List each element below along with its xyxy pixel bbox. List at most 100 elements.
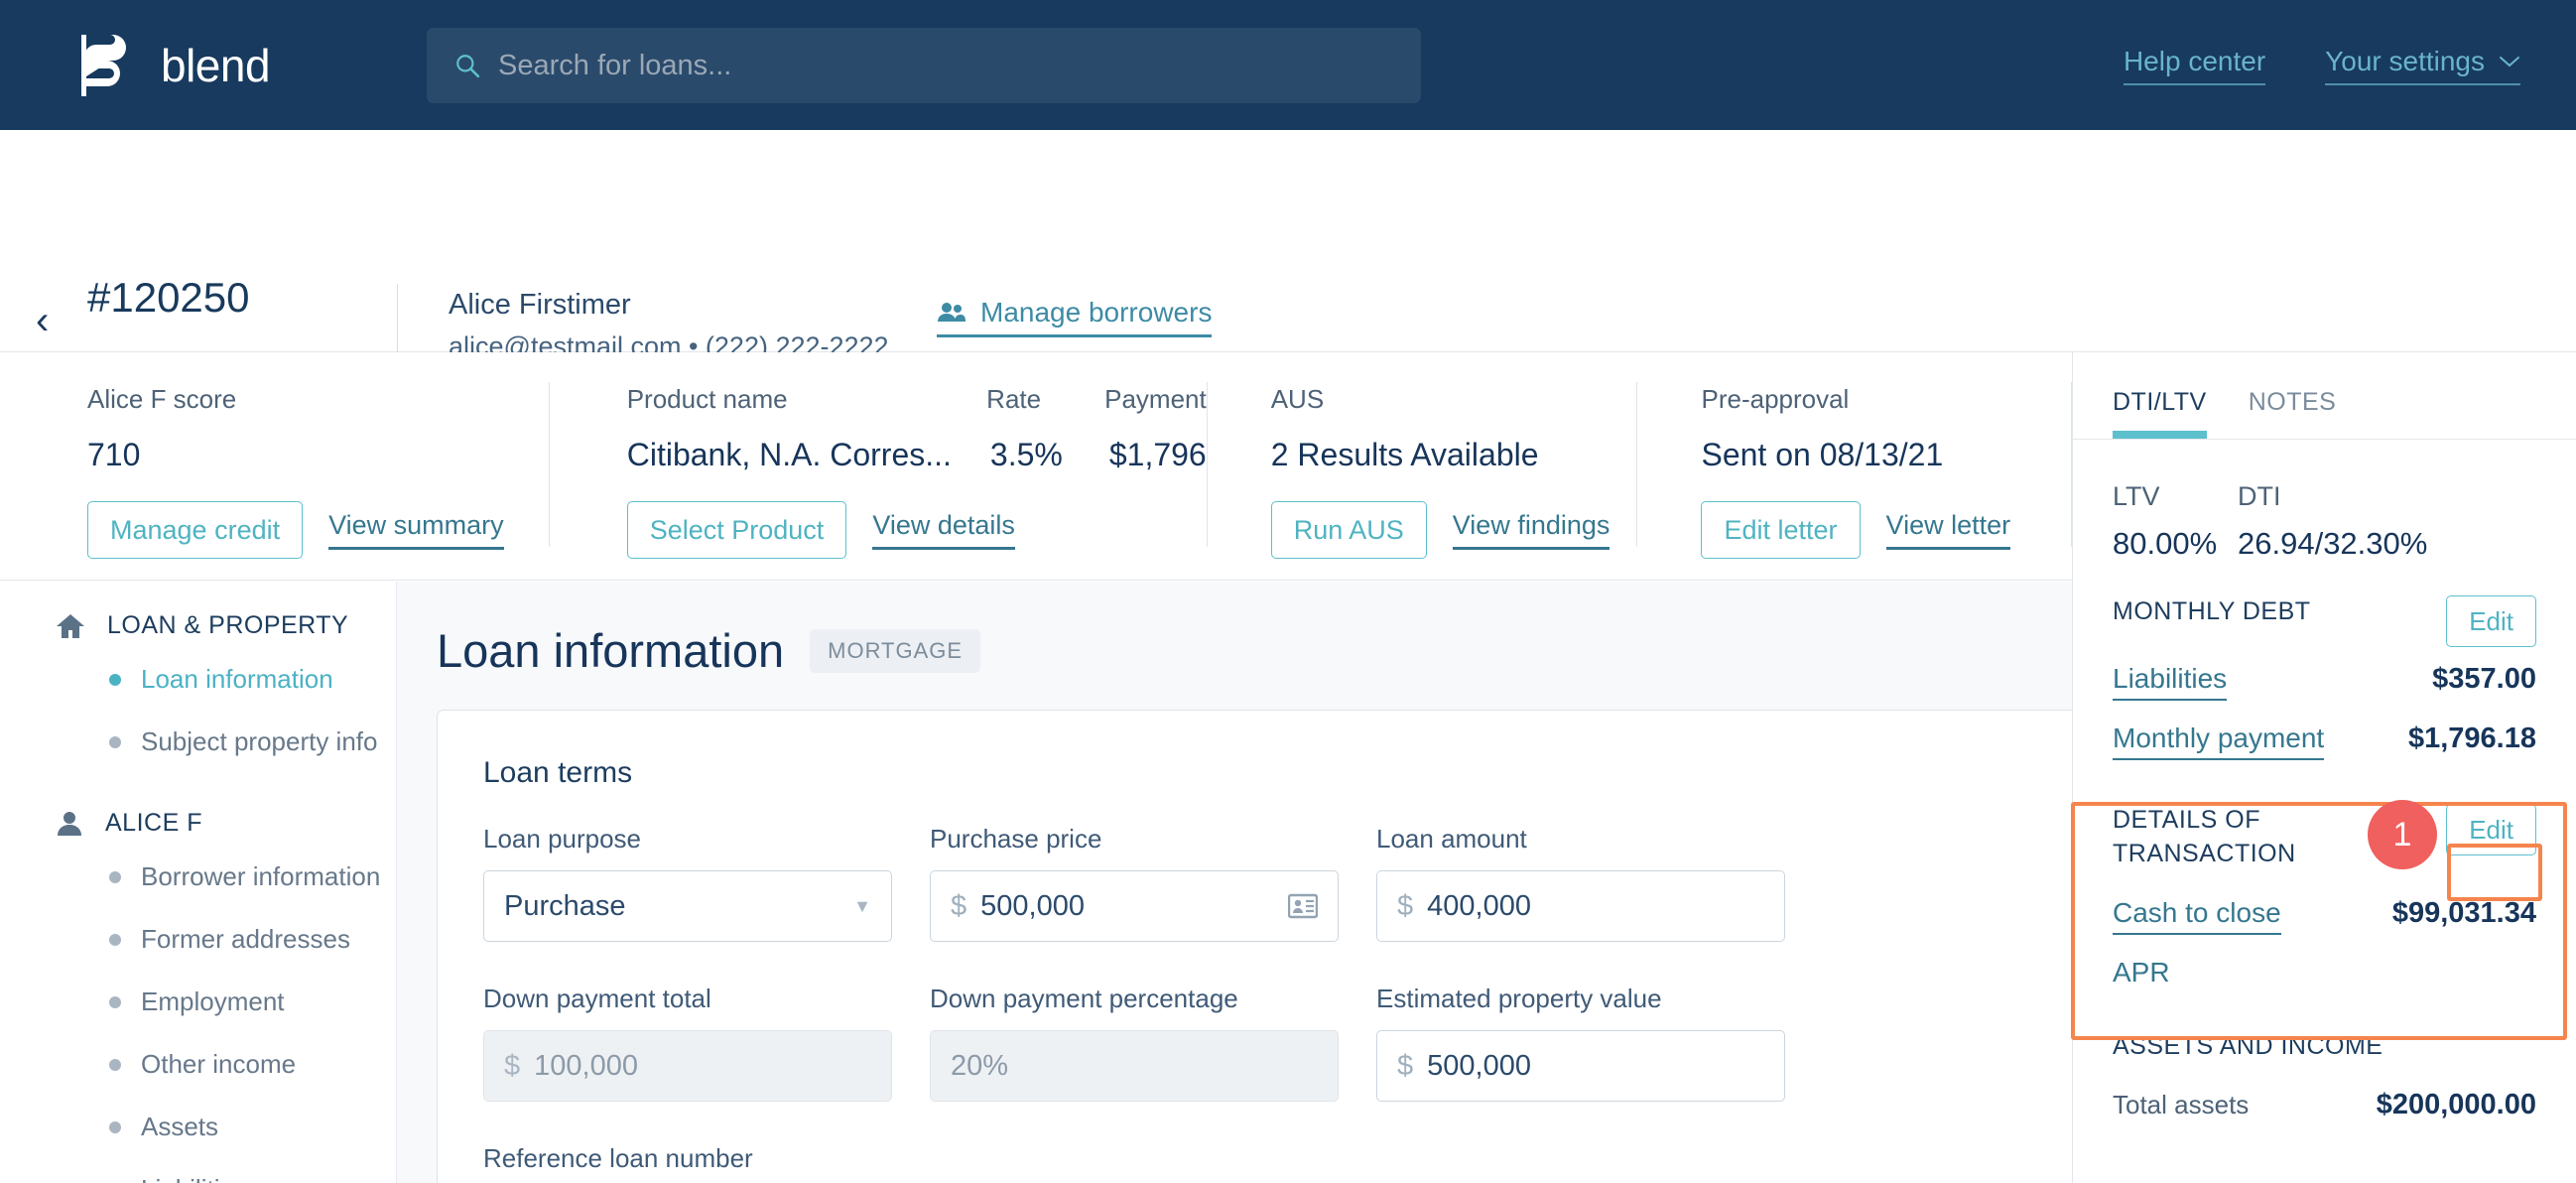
assets-and-income-header: ASSETS AND INCOME <box>2113 1030 2536 1064</box>
tab-notes[interactable]: NOTES <box>2249 388 2353 439</box>
dollar-sign-icon: $ <box>951 889 967 922</box>
chevron-down-icon <box>2500 56 2519 66</box>
step-badge-1: 1 <box>2368 800 2437 869</box>
help-center-link[interactable]: Help center <box>2123 45 2266 85</box>
chevron-down-icon: ▼ <box>853 895 871 916</box>
sidebar-item-assets[interactable]: Assets <box>0 1096 396 1158</box>
view-findings-link[interactable]: View findings <box>1452 510 1610 550</box>
dti-label: DTI <box>2238 481 2281 511</box>
summary-product: Product name Rate Payment Citibank, N.A.… <box>550 352 1207 559</box>
liabilities-link[interactable]: Liabilities <box>2113 663 2228 701</box>
details-of-transaction-edit-button[interactable]: Edit <box>2446 804 2536 855</box>
liabilities-value: $357.00 <box>2432 663 2536 695</box>
help-center-label: Help center <box>2123 45 2266 76</box>
down-payment-percentage-input: 20% <box>930 1030 1339 1102</box>
field-label: Loan purpose <box>483 824 642 854</box>
sidebar-item-former-addresses[interactable]: Former addresses <box>0 908 396 971</box>
total-assets-label: Total assets <box>2113 1090 2250 1120</box>
product-name-label: Product name <box>626 384 788 414</box>
sidebar-item-subject-property-info[interactable]: Subject property info <box>0 711 396 773</box>
search-placeholder: Search for loans... <box>498 49 732 81</box>
field-loan-purpose: Loan purpose Purchase ▼ <box>483 824 892 942</box>
details-of-transaction-header: DETAILS OF TRANSACTION Edit <box>2113 804 2536 871</box>
view-letter-link[interactable]: View letter <box>1885 510 2011 550</box>
sidebar-item-employment[interactable]: Employment <box>0 971 396 1033</box>
loan-terms-fields: Loan purpose Purchase ▼ Purchase price $… <box>483 824 2072 1183</box>
down-payment-total-input: $ 100,000 <box>483 1030 892 1102</box>
sidebar-item-label: Other income <box>141 1049 297 1079</box>
ltv-cell: LTV 80.00% <box>2113 481 2238 562</box>
field-down-payment-total: Down payment total $ 100,000 <box>483 984 892 1102</box>
manage-borrowers-link[interactable]: Manage borrowers <box>937 297 1213 337</box>
field-down-payment-percentage: Down payment percentage 20% <box>930 984 1339 1102</box>
brand-logo-group[interactable]: blend <box>79 33 271 98</box>
purchase-price-input[interactable]: $ 500,000 <box>930 870 1339 942</box>
estimated-property-value-input[interactable]: $ 500,000 <box>1376 1030 1785 1102</box>
payment-value: $1,796 <box>1108 437 1207 472</box>
loan-id: #120250 <box>87 274 250 321</box>
payment-label: Payment <box>1104 384 1207 414</box>
search-input[interactable]: Search for loans... <box>427 28 1421 103</box>
field-label: Loan amount <box>1376 824 1527 854</box>
product-name-value: Citibank, N.A. Corres... <box>626 437 952 472</box>
edit-letter-button[interactable]: Edit letter <box>1701 501 1861 559</box>
sidebar-item-label: Employment <box>141 986 285 1016</box>
tab-dti-ltv[interactable]: DTI/LTV <box>2113 388 2223 439</box>
row-monthly-payment: Monthly payment $1,796.18 <box>2113 723 2536 760</box>
your-settings-menu[interactable]: Your settings <box>2325 46 2520 85</box>
blend-logo-icon <box>81 34 126 96</box>
dti-ltv-section: LTV 80.00% DTI 26.94/32.30% MONTHLY DEBT… <box>2073 481 2576 1121</box>
row-liabilities: Liabilities $357.00 <box>2113 663 2536 701</box>
contact-card-icon[interactable] <box>1288 892 1318 920</box>
loan-summary-strip: Alice F score 710 Manage credit View sum… <box>0 352 2073 581</box>
sidebar-group-label: LOAN & PROPERTY <box>107 611 349 639</box>
assets-and-income-title: ASSETS AND INCOME <box>2113 1031 2383 1060</box>
right-panel-tabs: DTI/LTV NOTES <box>2073 352 2576 440</box>
monthly-payment-link[interactable]: Monthly payment <box>2113 723 2325 760</box>
details-of-transaction-rows: Cash to close $99,031.34 APR <box>2113 897 2536 992</box>
field-label: Down payment percentage <box>930 984 1238 1013</box>
details-of-transaction-title: DETAILS OF TRANSACTION <box>2113 806 2296 867</box>
brand-name: blend <box>161 39 271 91</box>
top-navigation-bar: blend Search for loans... Help center Yo… <box>0 0 2576 130</box>
apr-label[interactable]: APR <box>2113 957 2170 992</box>
purchase-price-value: 500,000 <box>980 889 1085 922</box>
assets-and-income-rows: Total assets $200,000.00 <box>2113 1089 2536 1121</box>
loan-amount-input[interactable]: $ 400,000 <box>1376 870 1785 942</box>
view-details-link[interactable]: View details <box>872 510 1015 550</box>
field-label: Down payment total <box>483 984 711 1013</box>
monthly-debt-rows: Liabilities $357.00 Monthly payment $1,7… <box>2113 663 2536 760</box>
sidebar-group-loan-property[interactable]: LOAN & PROPERTY <box>0 611 396 640</box>
manage-borrowers-label: Manage borrowers <box>980 297 1213 328</box>
rate-label: Rate <box>986 384 1042 414</box>
monthly-payment-value: $1,796.18 <box>2407 723 2536 754</box>
sidebar-group-label: ALICE F <box>105 809 202 837</box>
person-icon <box>58 811 81 836</box>
bullet-icon <box>109 870 121 883</box>
field-estimated-property-value: Estimated property value $ 500,000 <box>1376 984 1785 1102</box>
sidebar-item-borrower-information[interactable]: Borrower information <box>0 846 396 908</box>
down-payment-percentage-value: 20% <box>951 1049 1009 1082</box>
sidebar-item-label: Loan information <box>141 664 333 694</box>
view-summary-link[interactable]: View summary <box>328 510 504 550</box>
sidebar-item-liabilities[interactable]: Liabilities <box>0 1158 396 1183</box>
run-aus-button[interactable]: Run AUS <box>1270 501 1427 559</box>
row-cash-to-close: Cash to close $99,031.34 <box>2113 897 2536 935</box>
card-title: Loan terms <box>483 756 633 789</box>
back-button[interactable]: ‹ <box>36 301 49 340</box>
monthly-debt-edit-button[interactable]: Edit <box>2446 595 2536 647</box>
sidebar-item-loan-information[interactable]: Loan information <box>0 648 396 711</box>
cash-to-close-link[interactable]: Cash to close <box>2113 897 2281 935</box>
summary-aus: AUS 2 Results Available Run AUS View fin… <box>1208 352 1637 559</box>
bullet-icon <box>109 673 121 686</box>
sidebar-item-label: Former addresses <box>141 924 350 954</box>
application-sidebar: LOAN & PROPERTY Loan information Subject… <box>0 582 397 1183</box>
sidebar-item-other-income[interactable]: Other income <box>0 1033 396 1096</box>
people-icon <box>938 303 966 322</box>
credit-score-value: 710 <box>87 437 141 472</box>
sidebar-group-alice-f[interactable]: ALICE F <box>0 809 396 838</box>
select-product-button[interactable]: Select Product <box>626 501 847 559</box>
loan-purpose-select[interactable]: Purchase ▼ <box>483 870 892 942</box>
manage-credit-button[interactable]: Manage credit <box>87 501 304 559</box>
